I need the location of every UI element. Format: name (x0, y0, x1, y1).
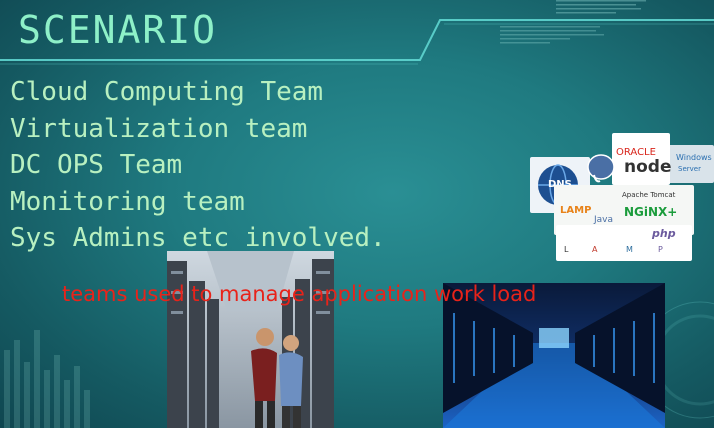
windows-logo-text: Windows (676, 153, 712, 162)
lamp-m-text: M (626, 245, 633, 254)
java-logo-text: Java (594, 215, 614, 225)
node-logo-text: node (624, 157, 672, 177)
bullet-item: Monitoring team (10, 186, 245, 217)
bullet-item: Virtualization team (10, 113, 308, 144)
technology-logos-collage: Windows Server DNS ORACLE node LAMP Java… (530, 133, 714, 263)
lamp-p-text: P (658, 245, 663, 254)
postgres-elephant-icon (587, 154, 615, 183)
bullet-item: Cloud Computing Team (10, 77, 324, 107)
server-logo-text: Server (678, 165, 701, 173)
datacenter-people-photo (167, 251, 334, 428)
lamp-stack-logos: L A M P php (556, 225, 692, 261)
slide-caption: teams used to manage application work lo… (62, 282, 537, 306)
tomcat-logo-text: Apache Tomcat (622, 191, 676, 199)
php-logo-text: php (652, 227, 676, 240)
lamp-a-text: A (592, 245, 598, 254)
bullet-item: DC OPS Team (10, 150, 183, 180)
nginx-logo-text: NGiNX+ (624, 205, 678, 219)
bullet-list: Cloud Computing Team Virtualization team… (10, 74, 386, 257)
decorative-fineprint (500, 0, 650, 21)
windows-server-logo: Windows Server (666, 145, 714, 183)
slide: SCENARIO Cloud Computing Team Virtualiza… (0, 0, 714, 428)
slide-title: SCENARIO (18, 8, 218, 52)
lamp-l-text: L (564, 245, 569, 254)
oracle-node-logo: ORACLE node (612, 133, 672, 185)
lamp-logo-text: LAMP (560, 205, 592, 216)
decorative-fineprint-2 (500, 22, 610, 47)
